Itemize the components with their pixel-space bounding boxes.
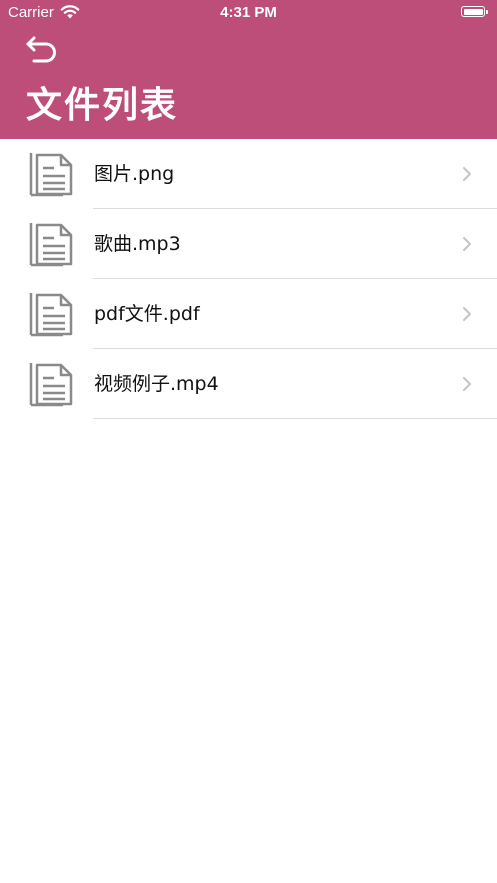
navigation-header: Carrier 4:31 PM 文件列表 <box>0 0 497 139</box>
list-item-file[interactable]: pdf文件.pdf <box>0 279 497 349</box>
chevron-right-icon <box>463 307 471 321</box>
file-name: 歌曲.mp3 <box>94 233 181 255</box>
battery-cap <box>486 10 488 14</box>
page-title: 文件列表 <box>26 85 179 126</box>
file-name: 图片.png <box>94 163 175 185</box>
status-time: 4:31 PM <box>220 4 277 21</box>
file-list: 图片.png 歌曲.mp3 pdf文件.pdf 视频例子.mp4 <box>0 139 497 419</box>
document-icon <box>29 153 73 197</box>
document-icon <box>29 363 73 407</box>
battery-icon <box>461 6 485 17</box>
document-icon <box>29 293 73 337</box>
row-separator <box>93 418 497 419</box>
list-item-file[interactable]: 歌曲.mp3 <box>0 209 497 279</box>
file-name: pdf文件.pdf <box>94 303 200 325</box>
list-item-file[interactable]: 图片.png <box>0 139 497 209</box>
status-bar: Carrier 4:31 PM <box>0 0 497 26</box>
chevron-right-icon <box>463 167 471 181</box>
chevron-right-icon <box>463 377 471 391</box>
list-item-file[interactable]: 视频例子.mp4 <box>0 349 497 419</box>
chevron-right-icon <box>463 237 471 251</box>
document-icon <box>29 223 73 267</box>
file-name: 视频例子.mp4 <box>94 373 219 395</box>
back-arrow-icon <box>26 36 56 63</box>
back-button[interactable] <box>24 32 64 68</box>
